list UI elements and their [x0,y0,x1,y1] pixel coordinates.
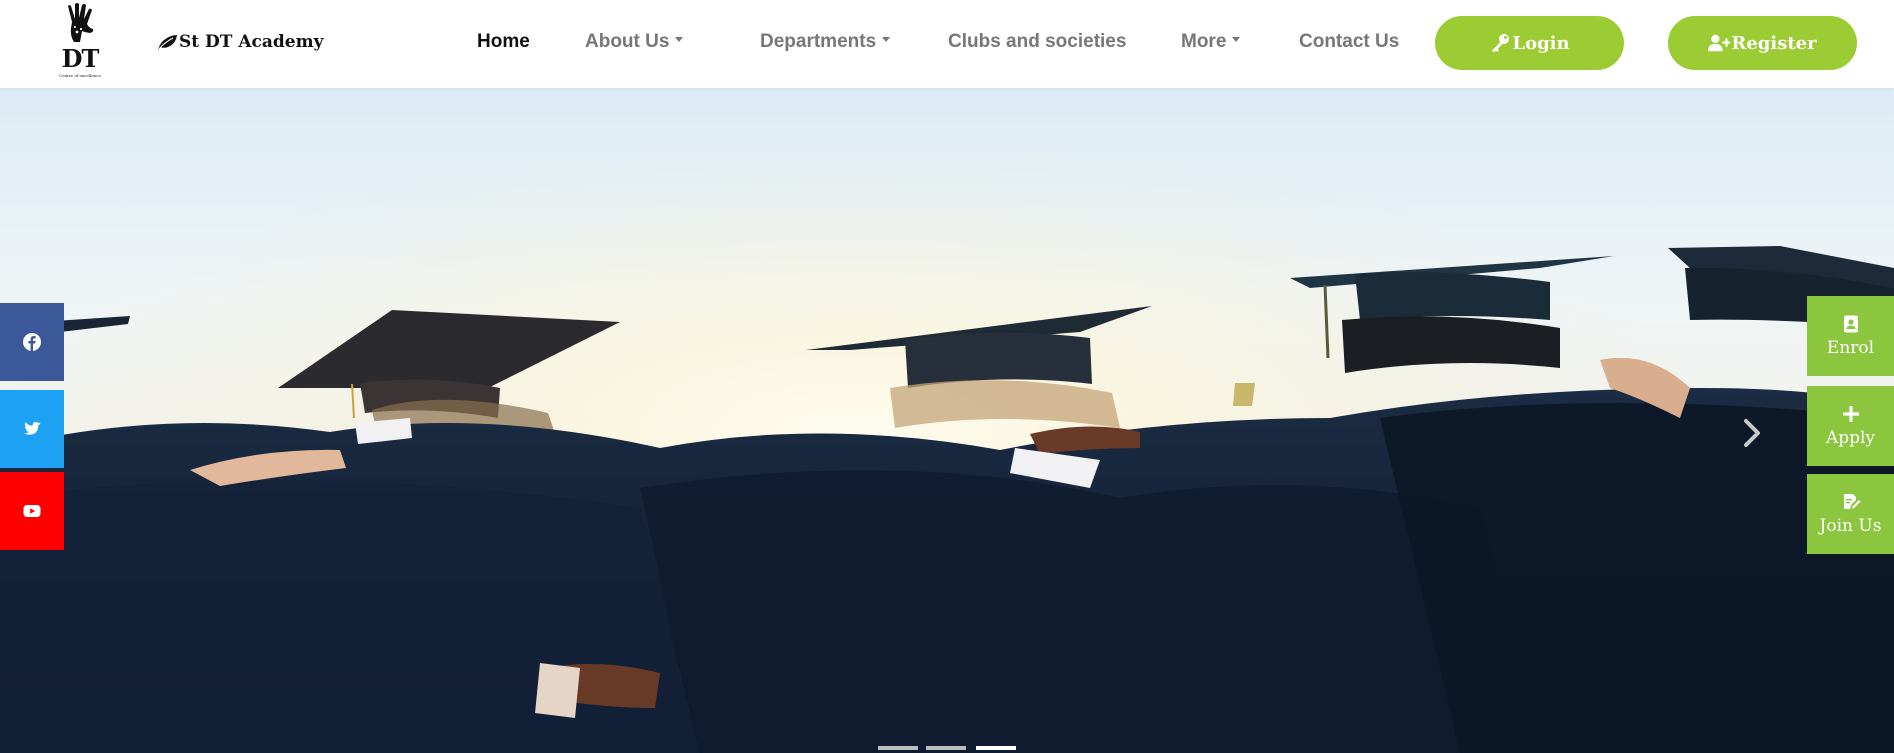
caret-down-icon [675,37,684,43]
hero-image-graduates [0,88,1894,753]
enrol-label: Enrol [1826,338,1875,358]
nav-about-us-label: About Us [585,31,670,52]
hand-logo-icon [68,3,94,42]
contact-book-icon [1843,315,1858,333]
nav-contact-us[interactable]: Contact Us [1299,28,1399,56]
leaf-icon [158,35,177,50]
logo-tagline: Centre of excellence [59,73,101,78]
plus-icon [1842,406,1859,422]
apply-label: Apply [1825,428,1876,448]
key-icon [1492,34,1510,53]
site-header: DT Centre of excellence St DT Academy Ho… [0,0,1894,88]
twitter-icon [24,421,41,435]
carousel-indicator-2[interactable] [926,746,966,750]
login-label: Login [1512,32,1570,54]
user-plus-icon [1708,34,1731,52]
caret-down-icon [882,37,891,43]
carousel-indicator-1[interactable] [878,746,918,750]
nav-more[interactable]: More [1181,28,1241,56]
register-button[interactable]: Register [1668,16,1857,70]
brand-name[interactable]: St DT Academy [156,30,323,54]
nav-more-label: More [1181,31,1227,52]
logo-wordmark: DT [61,44,100,73]
edit-document-icon [1843,494,1860,509]
nav-departments-label: Departments [760,31,877,52]
brand-name-text: St DT Academy [179,32,324,52]
apply-button[interactable]: Apply [1807,386,1894,466]
join-us-label: Join Us [1819,516,1882,536]
enrol-button[interactable]: Enrol [1807,296,1894,376]
caret-down-icon [1232,37,1241,43]
twitter-link[interactable] [0,390,64,468]
login-button[interactable]: Login [1435,16,1624,70]
join-us-button[interactable]: Join Us [1807,474,1894,554]
site-logo[interactable]: DT Centre of excellence [52,0,108,84]
nav-departments[interactable]: Departments [760,28,891,56]
youtube-link[interactable] [0,472,64,550]
register-label: Register [1731,32,1817,54]
nav-clubs-and-societies[interactable]: Clubs and societies [948,28,1126,56]
nav-home-label: Home [477,31,530,52]
nav-about-us[interactable]: About Us [585,28,684,56]
facebook-icon [23,333,41,351]
chevron-right-icon [1744,419,1760,447]
facebook-link[interactable] [0,303,64,381]
carousel-next-button[interactable] [1737,408,1767,458]
carousel-indicator-3[interactable] [976,746,1016,750]
nav-clubs-label: Clubs and societies [948,31,1127,52]
youtube-icon [23,505,41,517]
nav-home[interactable]: Home [477,28,530,56]
hero-carousel [0,88,1894,753]
nav-contact-us-label: Contact Us [1299,31,1400,52]
